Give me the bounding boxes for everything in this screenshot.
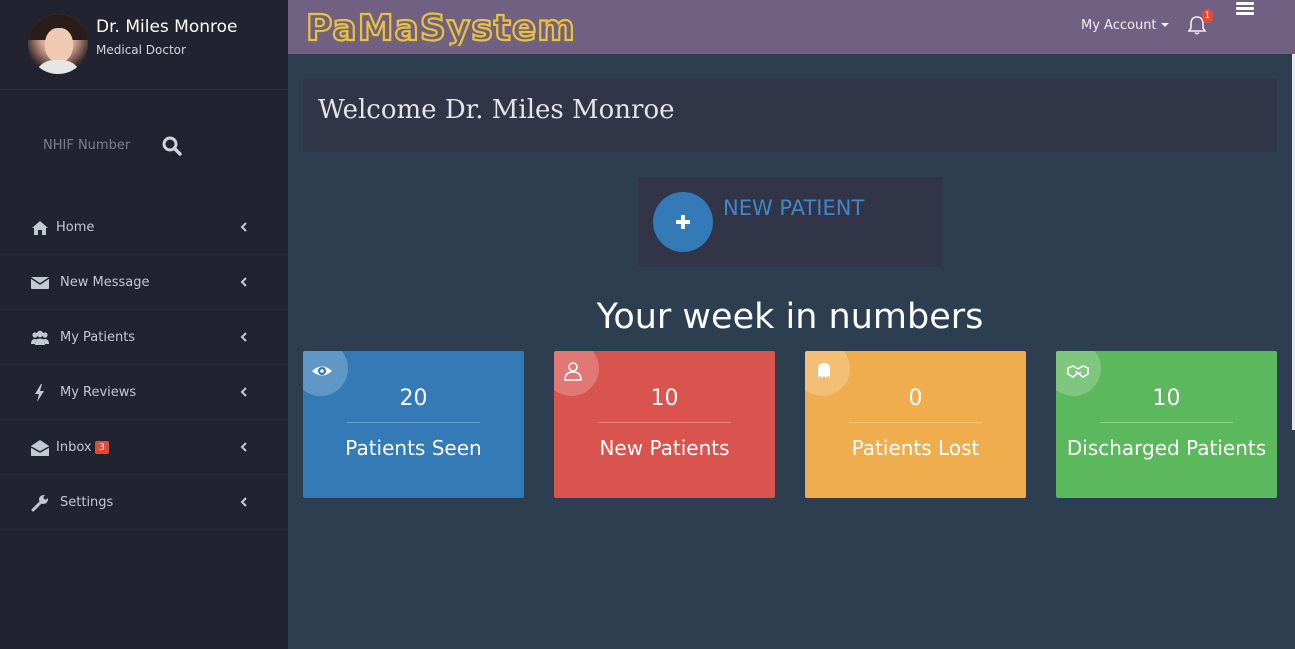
notification-count-badge: 1 (1202, 9, 1213, 23)
wrench-icon (31, 495, 48, 512)
stat-label: Patients Lost (851, 436, 980, 460)
stat-card-patients-lost[interactable]: 0 Patients Lost (805, 351, 1026, 498)
hamburger-menu-icon[interactable] (1236, 2, 1254, 16)
sidebar-menu: Home New Message My Patients My Reviews … (0, 200, 288, 530)
stat-value: 20 (399, 386, 428, 411)
chevron-left-icon (240, 222, 247, 232)
sidebar-item-label: Settings (60, 495, 114, 510)
plus-icon (653, 192, 713, 252)
new-patient-button[interactable]: NEW PATIENT (638, 177, 942, 267)
envelope-icon (30, 277, 50, 289)
sidebar-item-my-reviews[interactable]: My Reviews (0, 365, 288, 420)
stat-label: New Patients (599, 436, 730, 460)
sidebar-item-label: My Patients (60, 330, 136, 345)
chevron-left-icon (240, 332, 247, 342)
svg-text:PaMaSystem: PaMaSystem (306, 8, 576, 46)
stat-value: 0 (908, 386, 923, 411)
search-form (0, 90, 288, 200)
chevron-left-icon (240, 497, 247, 507)
stat-value: 10 (1152, 386, 1181, 411)
envelope-open-icon (30, 440, 50, 456)
eye-icon (312, 366, 332, 376)
top-navbar: PaMaSystem PaMaSystem My Account 1 (288, 0, 1295, 54)
sidebar-item-label: New Message (60, 275, 150, 290)
sidebar-item-my-patients[interactable]: My Patients (0, 310, 288, 365)
sidebar-item-label: My Reviews (60, 385, 137, 400)
week-stats-heading: Your week in numbers (596, 297, 984, 337)
my-account-dropdown[interactable]: My Account (1081, 18, 1169, 33)
stat-card-patients-seen[interactable]: 20 Patients Seen (303, 351, 524, 498)
welcome-panel: Welcome Dr. Miles Monroe (303, 79, 1277, 152)
welcome-heading: Welcome Dr. Miles Monroe (318, 95, 675, 125)
user-panel: Dr. Miles Monroe Medical Doctor (0, 0, 288, 90)
search-input[interactable] (30, 128, 155, 162)
user-role: Medical Doctor (96, 43, 186, 57)
chevron-left-icon (240, 442, 247, 452)
inbox-count-badge: 3 (94, 441, 109, 454)
sidebar-item-settings[interactable]: Settings (0, 475, 288, 530)
sidebar-item-label: Home (56, 220, 95, 235)
sidebar-item-new-message[interactable]: New Message (0, 255, 288, 310)
chevron-left-icon (240, 387, 247, 397)
avatar (28, 14, 88, 74)
user-icon (564, 362, 582, 381)
search-icon[interactable] (160, 134, 184, 158)
bolt-icon (35, 384, 44, 402)
stat-label: Patients Seen (345, 436, 482, 460)
stat-card-discharged-patients[interactable]: 10 Discharged Patients (1056, 351, 1277, 498)
user-name: Dr. Miles Monroe (96, 17, 238, 37)
caret-down-icon (1160, 23, 1169, 27)
stat-value: 10 (650, 386, 679, 411)
pamasystem-logo[interactable]: PaMaSystem PaMaSystem (304, 4, 624, 46)
sidebar-item-home[interactable]: Home (0, 200, 288, 255)
users-icon (31, 330, 49, 345)
handshake-icon (1067, 365, 1089, 378)
sidebar-item-inbox[interactable]: Inbox 3 (0, 420, 288, 475)
chevron-left-icon (240, 277, 247, 287)
inbox-label: Inbox (56, 440, 92, 455)
home-icon (32, 221, 48, 235)
ghost-icon (818, 363, 830, 378)
new-patient-label: NEW PATIENT (723, 196, 865, 220)
account-label: My Account (1081, 18, 1157, 33)
stat-card-new-patients[interactable]: 10 New Patients (554, 351, 775, 498)
stat-label: Discharged Patients (1066, 436, 1267, 460)
sidebar-item-label: Inbox 3 (56, 440, 109, 455)
sidebar: Dr. Miles Monroe Medical Doctor Home New… (0, 0, 288, 649)
